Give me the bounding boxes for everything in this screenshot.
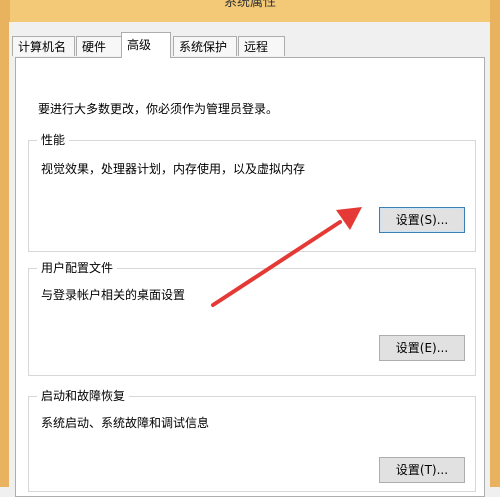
startup-recovery-description: 系统启动、系统故障和调试信息	[41, 416, 210, 430]
window-frame-left	[0, 22, 9, 487]
user-profiles-group-title: 用户配置文件	[37, 260, 118, 276]
user-profiles-settings-button[interactable]: 设置(E)...	[379, 335, 465, 361]
performance-group-title: 性能	[37, 132, 70, 148]
advanced-tab-panel: 要进行大多数更改，你必须作为管理员登录。 性能 视觉效果，处理器计划，内存使用，…	[15, 57, 485, 497]
performance-group: 性能 视觉效果，处理器计划，内存使用，以及虚拟内存 设置(S)...	[28, 132, 476, 252]
window-title-bar[interactable]: 系统属性	[0, 0, 500, 23]
startup-recovery-group-title: 启动和故障恢复	[37, 388, 130, 404]
admin-note: 要进行大多数更改，你必须作为管理员登录。	[38, 102, 279, 116]
user-profiles-group: 用户配置文件 与登录帐户相关的桌面设置 设置(E)...	[28, 260, 476, 376]
tab-system-protection[interactable]: 系统保护	[173, 36, 237, 56]
tab-computer-name[interactable]: 计算机名	[12, 36, 75, 56]
startup-recovery-settings-button[interactable]: 设置(T)...	[379, 457, 465, 483]
tab-hardware[interactable]: 硬件	[76, 36, 123, 56]
title-bar-right-edge	[490, 0, 500, 22]
performance-settings-button[interactable]: 设置(S)...	[379, 207, 465, 233]
tab-remote[interactable]: 远程	[238, 36, 285, 56]
user-profiles-description: 与登录帐户相关的桌面设置	[41, 288, 186, 302]
window-frame-right	[490, 22, 500, 487]
dialog-client-area: 计算机名 硬件 高级 系统保护 远程 要进行大多数更改，你必须作为管理员登录。 …	[9, 22, 490, 497]
performance-description: 视觉效果，处理器计划，内存使用，以及虚拟内存	[41, 162, 306, 176]
window-title: 系统属性	[223, 0, 276, 10]
startup-recovery-group: 启动和故障恢复 系统启动、系统故障和调试信息 设置(T)...	[28, 388, 476, 492]
tab-advanced[interactable]: 高级	[121, 32, 171, 58]
